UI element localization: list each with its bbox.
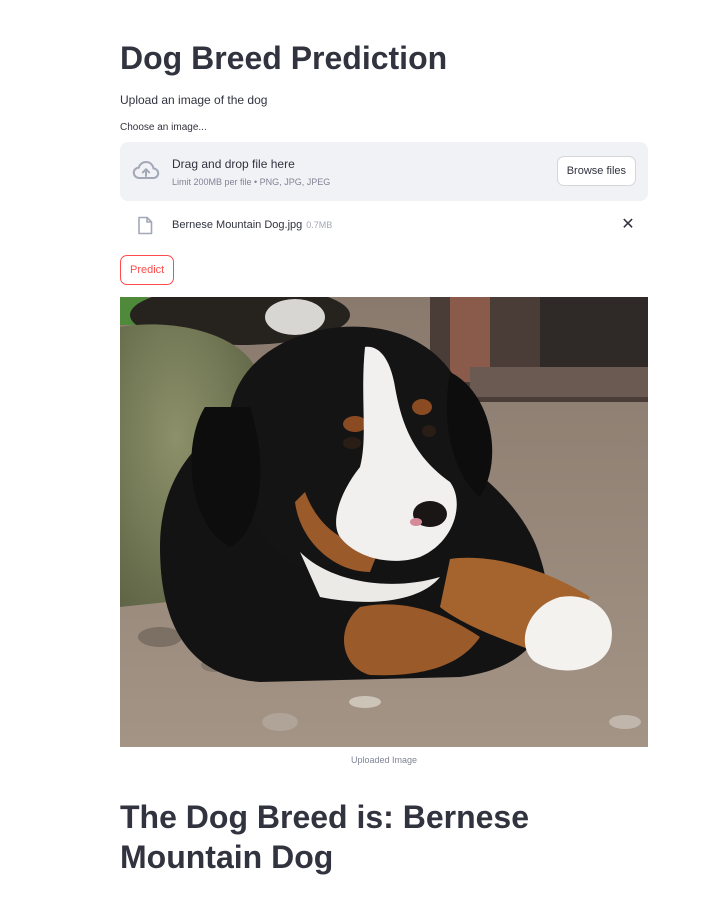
uploader-label: Choose an image...	[120, 122, 207, 133]
file-name-text: Bernese Mountain Dog.jpg	[172, 219, 303, 231]
prediction-result: The Dog Breed is: Bernese Mountain Dog	[120, 799, 529, 875]
browse-files-button[interactable]: Browse files	[556, 156, 636, 186]
dropzone-limit: Limit 200MB per file • PNG, JPG, JPEG	[172, 177, 331, 187]
image-caption: Uploaded Image	[350, 755, 418, 765]
app-page: Dog Breed Prediction Upload an image of …	[0, 0, 717, 904]
page-title: Dog Breed Prediction	[120, 40, 448, 76]
file-dropzone[interactable]: Drag and drop file here Limit 200MB per …	[120, 142, 648, 201]
file-icon	[137, 216, 153, 235]
file-size: 0.7MB	[306, 220, 333, 230]
dropzone-instructions: Drag and drop file here Limit 200MB per …	[172, 157, 330, 188]
dropzone-title: Drag and drop file here	[172, 157, 295, 171]
uploaded-dog-image	[120, 297, 648, 747]
uploaded-file-item: Bernese Mountain Dog.jpg 0.7MB ✕	[120, 208, 648, 242]
remove-file-icon[interactable]: ✕	[620, 216, 636, 234]
page-subtitle: Upload an image of the dog	[120, 93, 268, 107]
cloud-upload-icon	[132, 159, 160, 183]
predict-button[interactable]: Predict	[120, 255, 175, 285]
uploaded-file-name: Bernese Mountain Dog.jpg 0.7MB	[172, 218, 332, 232]
